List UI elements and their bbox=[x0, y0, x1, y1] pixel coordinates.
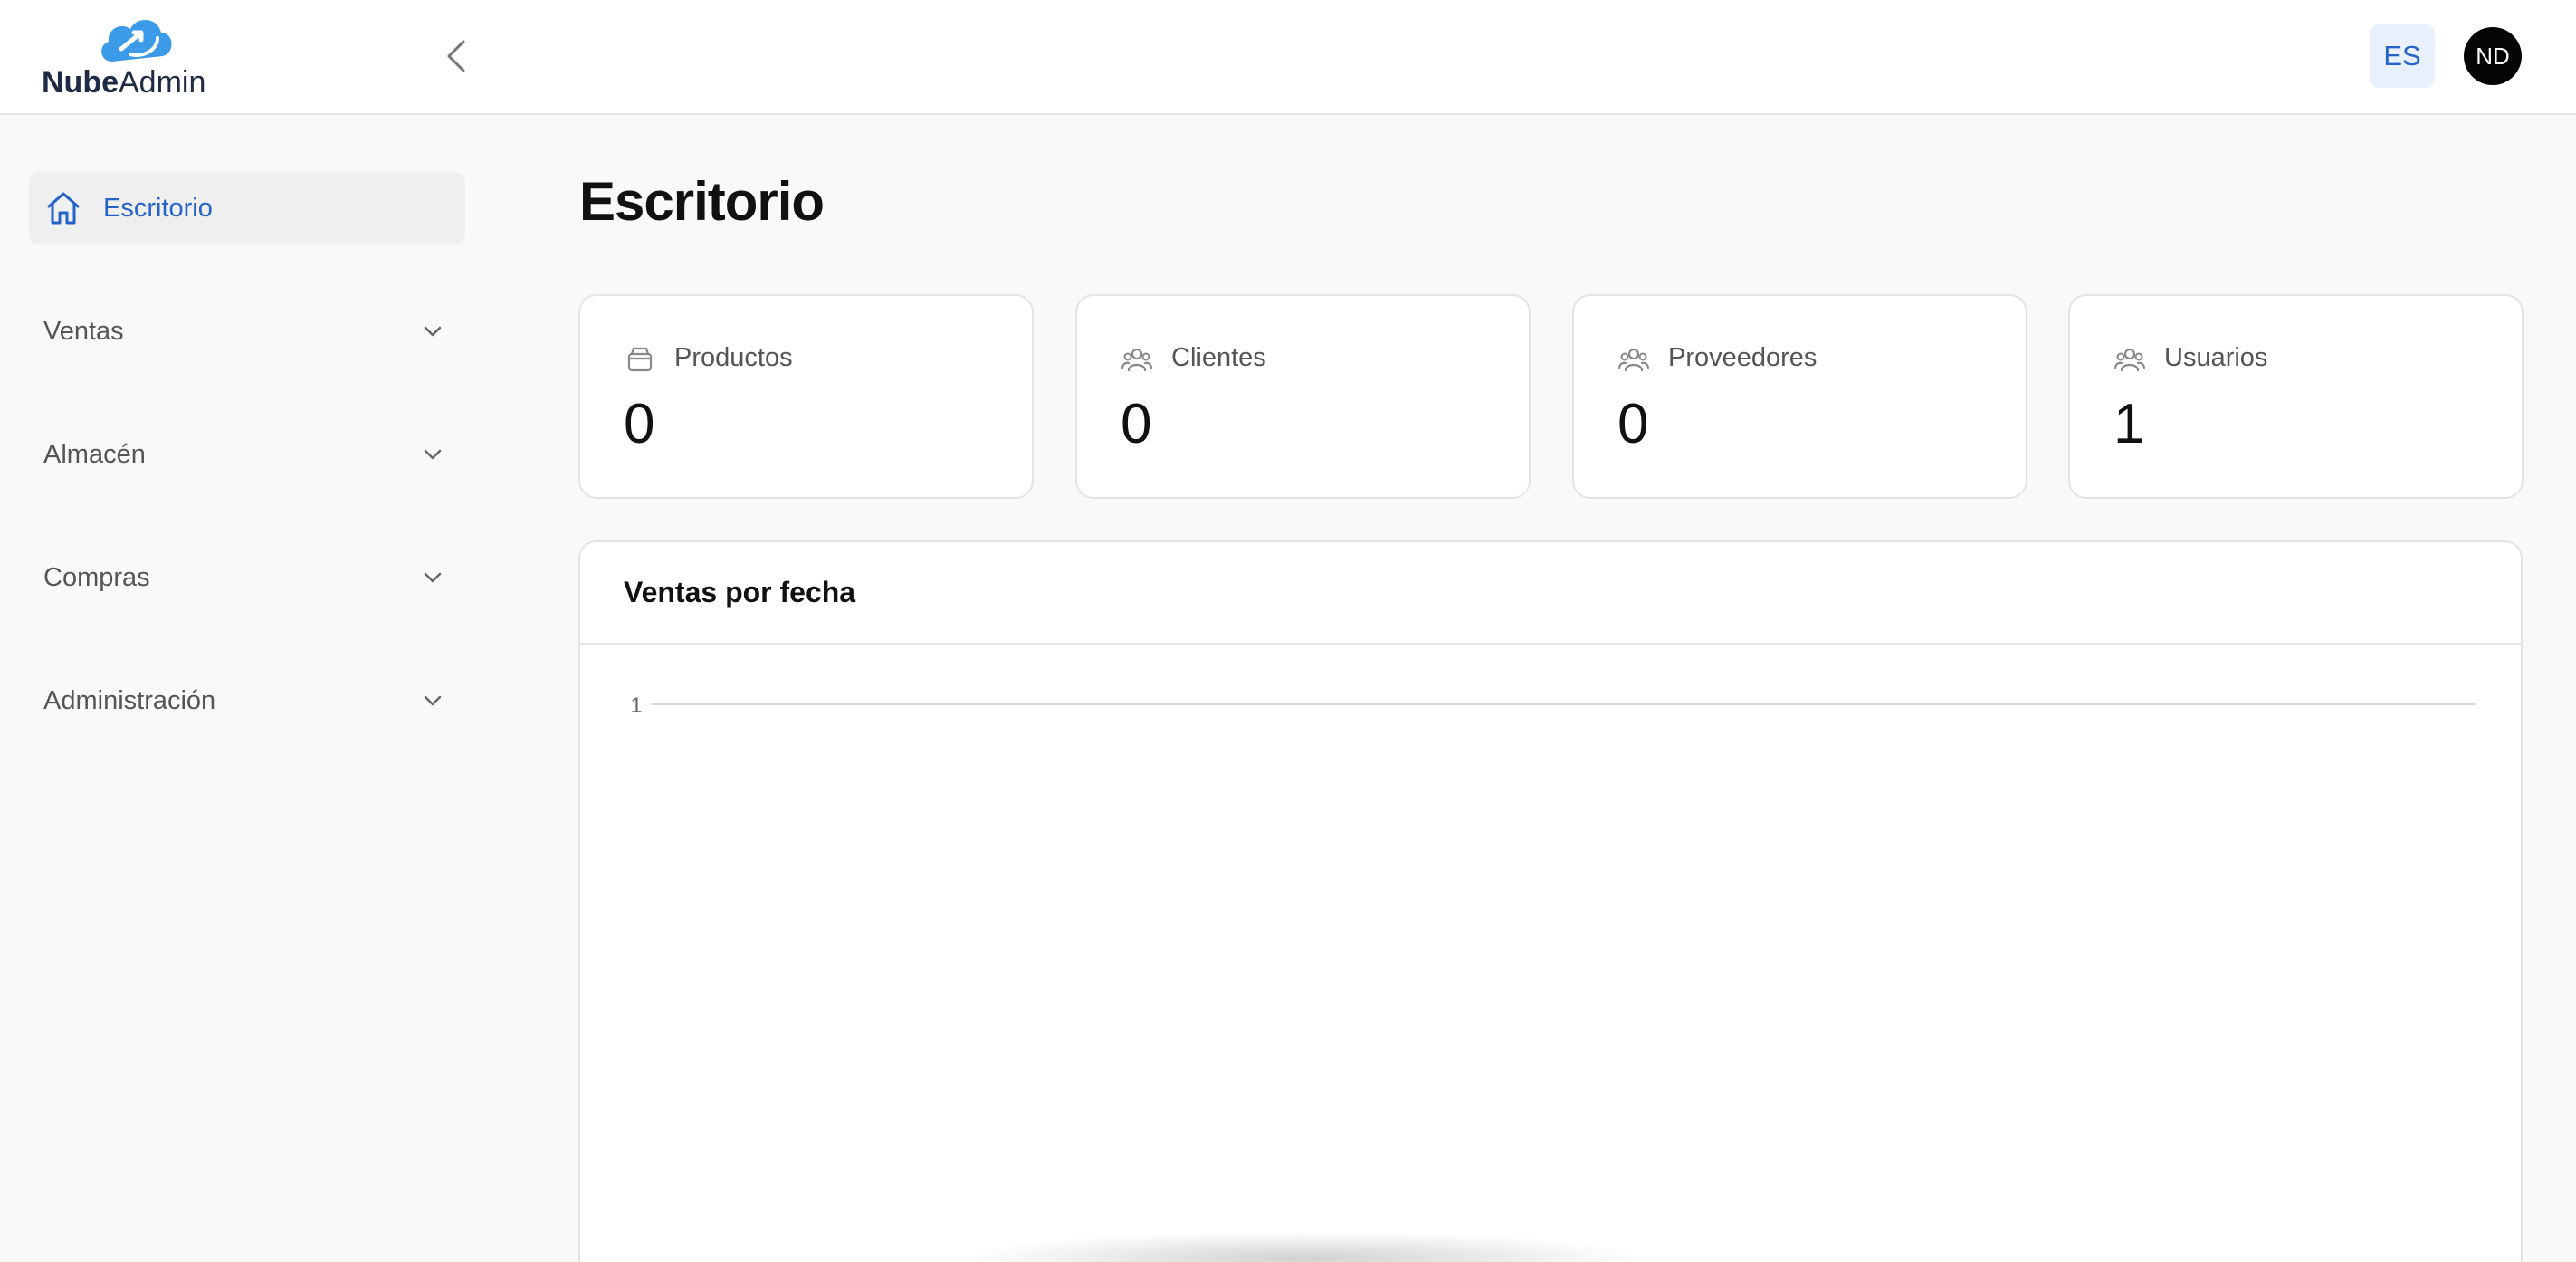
stat-label: Productos bbox=[674, 343, 793, 372]
users-icon bbox=[1121, 348, 1153, 372]
stat-value: 0 bbox=[1617, 393, 1649, 455]
stat-card-proveedores: Proveedores 0 bbox=[1572, 294, 2027, 499]
top-header: NubeAdmin ES ND bbox=[0, 0, 2576, 115]
logo-text: NubeAdmin bbox=[42, 65, 206, 100]
sidebar-item-almacen[interactable]: Almacén bbox=[29, 418, 465, 491]
sidebar-item-label: Compras bbox=[43, 562, 150, 592]
archive-box-icon bbox=[627, 347, 653, 372]
users-icon bbox=[2113, 348, 2146, 372]
chevron-down-icon bbox=[424, 695, 442, 706]
bottom-shadow bbox=[959, 1231, 1647, 1262]
user-avatar[interactable]: ND bbox=[2464, 27, 2522, 85]
sidebar-item-compras[interactable]: Compras bbox=[29, 541, 465, 614]
chevron-left-icon bbox=[447, 40, 465, 72]
home-icon bbox=[43, 188, 83, 228]
chevron-down-icon bbox=[424, 449, 442, 460]
stat-value: 1 bbox=[2113, 393, 2145, 455]
stat-card-usuarios: Usuarios 1 bbox=[2068, 294, 2524, 499]
stat-label: Clientes bbox=[1171, 343, 1266, 372]
language-button[interactable]: ES bbox=[2370, 24, 2435, 88]
chevron-down-icon bbox=[424, 572, 442, 583]
sidebar-item-escritorio[interactable]: Escritorio bbox=[29, 172, 465, 244]
stat-card-productos: Productos 0 bbox=[578, 294, 1034, 499]
sidebar-item-ventas[interactable]: Ventas bbox=[29, 295, 465, 368]
stat-value: 0 bbox=[1121, 393, 1152, 455]
sidebar-item-label: Almacén bbox=[43, 439, 146, 469]
sales-chart: 1 bbox=[630, 693, 2476, 718]
sidebar-item-label: Ventas bbox=[43, 316, 124, 346]
cloud-logo-icon bbox=[101, 19, 172, 62]
chart-title: Ventas por fecha bbox=[580, 542, 2521, 645]
chevron-down-icon bbox=[424, 326, 442, 337]
page-title: Escritorio bbox=[579, 171, 825, 232]
sidebar-collapse-button[interactable] bbox=[440, 36, 472, 76]
sidebar-item-label: Administración bbox=[43, 685, 216, 715]
stat-card-clientes: Clientes 0 bbox=[1075, 294, 1531, 499]
sidebar-item-label: Escritorio bbox=[103, 193, 213, 223]
brand-logo[interactable]: NubeAdmin bbox=[42, 11, 223, 105]
stat-label: Usuarios bbox=[2164, 343, 2268, 372]
sales-chart-card: Ventas por fecha 1 bbox=[578, 540, 2523, 1262]
stat-label: Proveedores bbox=[1668, 343, 1818, 372]
stat-value: 0 bbox=[624, 393, 655, 455]
sidebar-item-administracion[interactable]: Administración bbox=[29, 664, 465, 737]
y-tick-label: 1 bbox=[630, 693, 642, 718]
users-icon bbox=[1617, 348, 1650, 372]
